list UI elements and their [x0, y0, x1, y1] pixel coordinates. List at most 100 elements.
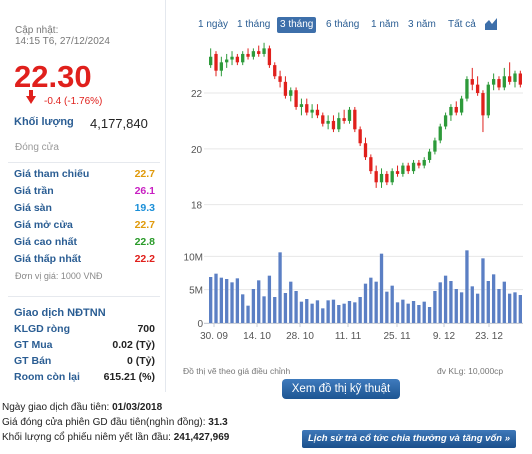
candle-body [342, 118, 346, 121]
candle-body [502, 76, 506, 88]
volume-bar [283, 293, 288, 323]
volume-bar [390, 285, 394, 323]
foreign-row-label: Room còn lại [14, 371, 80, 383]
candle-body [278, 76, 282, 82]
volume-bar [289, 281, 293, 323]
x-tick-label: 9. 12 [433, 331, 456, 342]
candle-body [390, 171, 394, 183]
price-tick-label: 20 [191, 145, 203, 156]
candle-body [214, 53, 218, 71]
price-tick-label: 22 [191, 89, 203, 100]
volume-bar [246, 305, 250, 323]
volume-bar [230, 282, 234, 323]
candle-body [347, 109, 352, 121]
candle-body [219, 62, 224, 71]
volume-bar [219, 277, 224, 323]
volume-bar [513, 292, 517, 323]
candle-body [470, 79, 474, 85]
volume-bar [273, 297, 277, 323]
dividend-history-button[interactable]: Lịch sử trả cổ tức chia thưởng và tăng v… [302, 430, 516, 448]
volume-bar [331, 299, 336, 323]
volume-bar [299, 301, 304, 323]
candle-body [246, 53, 250, 57]
volume-bar [305, 299, 309, 323]
volume-bar [449, 281, 453, 323]
candle-body [299, 104, 304, 107]
candle-body [513, 73, 517, 82]
volume-bar [395, 302, 400, 323]
volume-bar [481, 258, 485, 323]
candle-body [251, 51, 256, 57]
candle-body [427, 151, 432, 160]
volume-tick-label: 0 [197, 319, 203, 330]
candle-body [475, 84, 480, 94]
first-close-label: Giá đóng cửa phiên GD đầu tiên(nghìn đồn… [2, 417, 209, 428]
candle-body [326, 120, 330, 124]
volume-bar [454, 289, 458, 323]
x-tick-label: 28. 10 [286, 331, 314, 342]
candle-body [310, 109, 314, 113]
x-tick-label: 25. 11 [383, 331, 410, 342]
volume-bar [470, 286, 474, 323]
x-tick-label: 30. 09 [200, 331, 228, 342]
candle-body [491, 79, 496, 85]
first-close-value: 31.3 [208, 417, 228, 428]
volume-bar [251, 289, 256, 323]
volume-bar [465, 250, 469, 323]
candle-body [481, 93, 485, 116]
candle-body [459, 98, 464, 113]
first-volume-label: Khối lượng cổ phiếu niêm yết lần đầu: [2, 432, 174, 443]
volume-bar [369, 277, 373, 323]
candle-body [331, 120, 336, 130]
volume-tick-label: 5M [189, 286, 203, 297]
candle-body [283, 81, 288, 96]
candle-body [411, 162, 416, 172]
candle-body [497, 79, 501, 88]
foreign-row-value: 615.21 (%) [103, 371, 155, 383]
candle-body [369, 157, 373, 172]
volume-bar [379, 253, 384, 323]
x-tick-label: 11. 11 [335, 331, 362, 342]
candle-body [443, 115, 448, 127]
volume-bar [374, 281, 378, 323]
candle-body [406, 165, 410, 172]
volume-bar [427, 307, 432, 323]
candle-body [433, 140, 437, 152]
x-tick-label: 14. 10 [243, 331, 271, 342]
candle-body [401, 165, 405, 174]
volume-bar [417, 305, 421, 323]
candle-body [235, 56, 240, 63]
volume-bar [486, 281, 490, 323]
volume-bar [438, 282, 442, 323]
candle-body [374, 171, 378, 183]
technical-chart-button[interactable]: Xem đồ thị kỹ thuật [282, 379, 400, 399]
volume-bar [385, 291, 389, 323]
first-volume-row: Khối lượng cổ phiếu niêm yết lần đầu: 24… [2, 432, 229, 443]
volume-bar [363, 283, 368, 323]
first-trade-date-row: Ngày giao dịch đầu tiên: 01/03/2018 [2, 402, 162, 413]
price-volume-chart: 22 20 18 10M 5M 030. 09 14. 10 28. 10 11. 11 25. … [184, 42, 523, 342]
volume-bar [502, 281, 506, 323]
volume-bar [214, 273, 218, 323]
first-trade-value: 01/03/2018 [112, 402, 163, 413]
volume-bar [315, 300, 320, 323]
candle-body [518, 73, 522, 85]
volume-bar [475, 293, 480, 323]
volume-bar [342, 303, 346, 323]
volume-bar [235, 278, 240, 323]
volume-bar [310, 303, 314, 323]
candle-body [257, 51, 261, 54]
candle-body [262, 48, 266, 54]
candle-body [294, 90, 298, 107]
volume-bar [337, 305, 341, 323]
candle-body [449, 106, 453, 116]
adjusted-price-note: Đồ thị vẽ theo giá điều chỉnh [183, 366, 291, 376]
first-volume-value: 241,427,969 [173, 432, 230, 443]
foreign-room-row: Room còn lại 615.21 (%) [14, 371, 155, 387]
first-close-row: Giá đóng cửa phiên GD đầu tiên(nghìn đồn… [2, 417, 228, 428]
volume-bar [406, 303, 410, 323]
volume-bar [257, 280, 261, 323]
candle-body [507, 76, 512, 82]
candle-body [465, 79, 469, 99]
volume-bar [294, 291, 298, 323]
